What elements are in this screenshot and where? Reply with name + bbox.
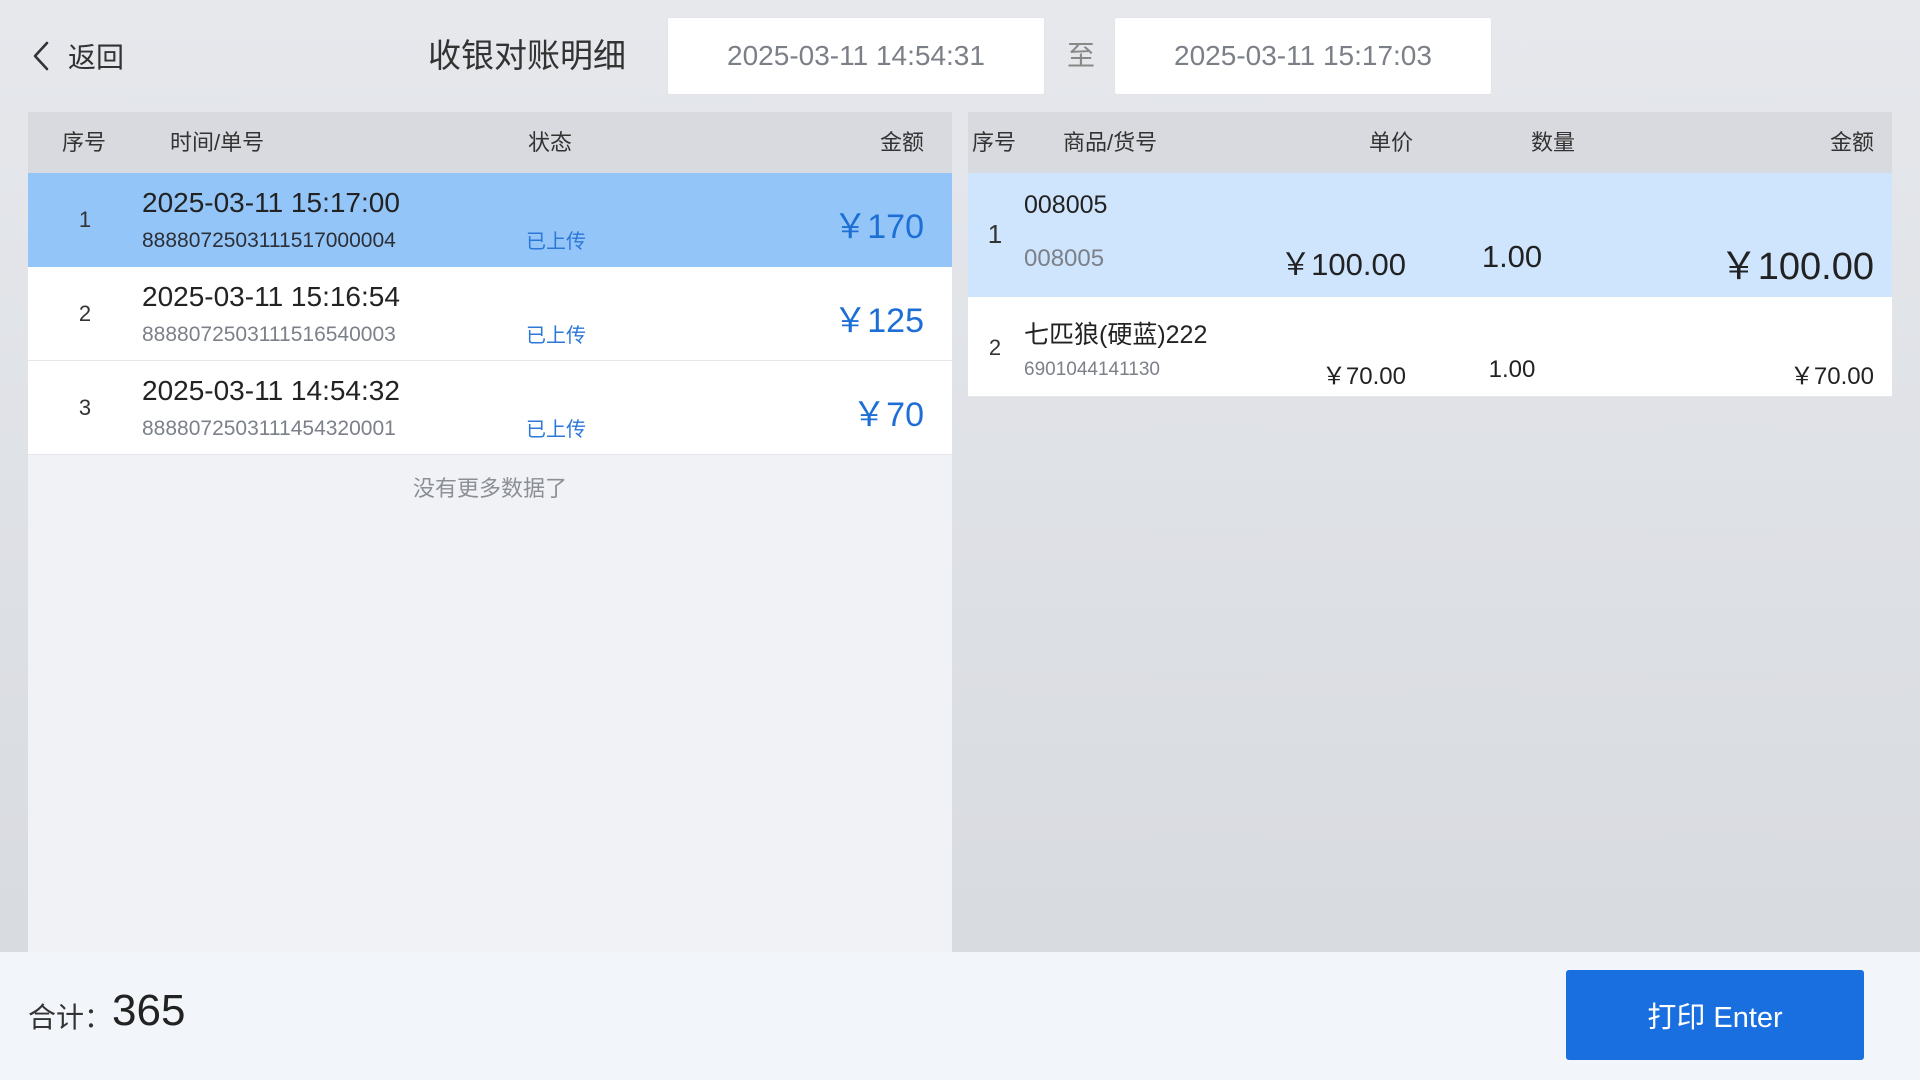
total-label: 合计： <box>28 1002 113 1033</box>
order-status: 已上传 <box>526 325 586 347</box>
column-header-status: 状态 <box>528 130 573 155</box>
page-title: 收银对账明细 <box>428 37 626 74</box>
order-amount: ￥170 <box>833 208 924 246</box>
item-code: 6901044141130 <box>1024 359 1160 380</box>
item-code: 008005 <box>1024 245 1105 272</box>
order-amount: ￥70 <box>852 396 924 434</box>
column-header-price: 单价 <box>1369 130 1414 155</box>
order-index: 2 <box>78 301 92 326</box>
items-table-header: 序号 商品/货号 单价 数量 金额 <box>968 112 1892 173</box>
order-row[interactable]: 2 2025-03-11 15:16:54 888807250311151654… <box>28 267 952 361</box>
order-row[interactable]: 3 2025-03-11 14:54:32 888807250311145432… <box>28 361 952 455</box>
column-header-goods: 商品/货号 <box>1063 130 1158 155</box>
order-time: 2025-03-11 14:54:32 <box>142 375 400 406</box>
header: 返回 收银对账明细 2025-03-11 14:54:31 至 2025-03-… <box>0 0 1920 110</box>
order-status: 已上传 <box>526 419 586 441</box>
footer: 合计： 365 打印 Enter <box>0 952 1920 1080</box>
column-header-time: 时间/单号 <box>170 130 265 155</box>
item-index: 1 <box>987 219 1003 249</box>
column-header-amount: 金额 <box>1829 130 1874 155</box>
item-index: 2 <box>988 335 1002 360</box>
column-header-quantity: 数量 <box>1531 130 1576 155</box>
order-number: 8888072503111517000004 <box>142 229 396 252</box>
order-index: 1 <box>78 207 92 232</box>
item-amount: ￥70.00 <box>1789 363 1874 390</box>
item-name: 008005 <box>1024 191 1108 219</box>
order-amount: ￥125 <box>833 302 924 340</box>
item-price: ￥100.00 <box>1280 247 1406 282</box>
chevron-left-icon <box>33 41 49 71</box>
order-time: 2025-03-11 15:16:54 <box>142 281 400 312</box>
item-amount: ￥100.00 <box>1719 246 1874 288</box>
total-value: 365 <box>112 986 186 1035</box>
no-more-data-text: 没有更多数据了 <box>412 476 567 501</box>
order-number: 8888072503111516540003 <box>142 323 396 346</box>
column-header-index: 序号 <box>62 130 107 155</box>
items-panel: 序号 商品/货号 单价 数量 金额 1 008005 008005 ￥100.0… <box>968 112 1892 952</box>
order-index: 3 <box>78 395 92 420</box>
orders-panel: 序号 时间/单号 状态 金额 1 2025-03-11 15:17:00 888… <box>28 112 952 952</box>
item-quantity: 1.00 <box>1481 239 1543 274</box>
item-quantity: 1.00 <box>1488 356 1536 383</box>
item-row[interactable]: 1 008005 008005 ￥100.00 1.00 ￥100.00 <box>968 173 1892 297</box>
back-label: 返回 <box>68 42 125 73</box>
order-status: 已上传 <box>526 231 586 253</box>
item-price: ￥70.00 <box>1321 363 1406 390</box>
order-row[interactable]: 1 2025-03-11 15:17:00 888807250311151700… <box>28 173 952 267</box>
orders-table-header: 序号 时间/单号 状态 金额 <box>28 112 952 173</box>
column-header-index: 序号 <box>972 130 1017 155</box>
column-header-amount: 金额 <box>879 130 924 155</box>
back-button[interactable]: 返回 <box>30 34 124 78</box>
order-time: 2025-03-11 15:17:00 <box>142 187 400 218</box>
print-button[interactable]: 打印 Enter <box>1566 970 1864 1060</box>
item-name: 七匹狼(硬蓝)222 <box>1024 321 1208 349</box>
order-number: 8888072503111454320001 <box>142 417 396 440</box>
start-date-field[interactable]: 2025-03-11 14:54:31 <box>667 17 1045 95</box>
end-date-field[interactable]: 2025-03-11 15:17:03 <box>1114 17 1492 95</box>
item-row[interactable]: 2 七匹狼(硬蓝)222 6901044141130 ￥70.00 1.00 ￥… <box>968 297 1892 397</box>
date-separator: 至 <box>1067 40 1096 71</box>
